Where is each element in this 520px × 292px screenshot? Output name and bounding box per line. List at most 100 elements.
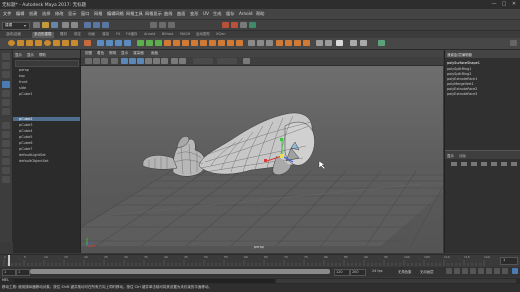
anim-layer-dropdown[interactable]: 无动画层	[420, 269, 434, 274]
poly-plane-icon[interactable]	[53, 40, 60, 46]
outliner-item-default-light-set[interactable]: defaultLightSet	[19, 153, 46, 157]
lasso-tool-icon[interactable]	[2, 62, 10, 69]
extrude-icon[interactable]	[164, 40, 171, 46]
outliner-item-persp[interactable]: persp	[19, 68, 29, 72]
hypershade-icon[interactable]	[249, 22, 256, 28]
step-forward-key-icon[interactable]	[494, 268, 500, 274]
go-to-start-icon[interactable]	[446, 268, 452, 274]
menu-arnold[interactable]: Arnold	[239, 11, 253, 16]
menu-mesh-display[interactable]: 网格显示	[145, 11, 162, 17]
outliner-layout-icon[interactable]	[2, 140, 10, 147]
color-management-icon[interactable]	[243, 58, 250, 64]
maximize-button[interactable]: □	[500, 1, 508, 8]
render-icon[interactable]	[222, 22, 229, 28]
super-shape-icon[interactable]	[84, 40, 91, 46]
viewport-menu-panels[interactable]: 面板	[151, 51, 158, 56]
combine-icon[interactable]	[97, 40, 104, 46]
outliner-item-pcube1[interactable]: pCube1	[19, 92, 33, 96]
undo-icon[interactable]	[62, 22, 69, 28]
menu-mesh[interactable]: 网格	[94, 11, 102, 17]
shadows-icon[interactable]	[161, 58, 168, 64]
outliner-menu-help[interactable]: 帮助	[39, 52, 46, 57]
camera-attributes-icon[interactable]	[93, 58, 100, 64]
outliner-item-pcube7[interactable]: pCube7	[19, 147, 33, 151]
exposure-field[interactable]	[193, 58, 213, 64]
outliner-item-front[interactable]: front	[19, 80, 27, 84]
grid-icon[interactable]	[111, 58, 118, 64]
tool-settings-icon[interactable]	[378, 40, 385, 46]
channel-box-history-node[interactable]: polyExtrudeFace1	[447, 77, 477, 81]
single-view-icon[interactable]	[2, 122, 10, 129]
layer-icon[interactable]	[501, 162, 507, 166]
shelf-settings-icon[interactable]	[510, 40, 517, 46]
layer-icon[interactable]	[511, 162, 517, 166]
layer-icon[interactable]	[471, 162, 477, 166]
multi-cut-icon[interactable]	[200, 40, 207, 46]
outliner-item-pcube6[interactable]: pCube6	[19, 141, 33, 145]
step-forward-frame-icon[interactable]	[486, 268, 492, 274]
menu-windows[interactable]: 窗口	[81, 11, 89, 17]
fps-dropdown[interactable]: 24 fps	[372, 269, 383, 273]
layout-icon[interactable]	[2, 167, 10, 174]
layer-icon[interactable]	[491, 162, 497, 166]
channel-box-history-node[interactable]: polyMergeVert1	[447, 82, 474, 86]
paint-select-tool-icon[interactable]	[2, 71, 10, 78]
channel-box-history-node[interactable]: polyExtrudeFace3	[447, 92, 477, 96]
redo-icon[interactable]	[71, 22, 78, 28]
step-back-key-icon[interactable]	[454, 268, 460, 274]
four-view-icon[interactable]	[2, 131, 10, 138]
menu-edit[interactable]: 编辑	[16, 11, 24, 17]
current-frame-field[interactable]: 1	[500, 257, 518, 265]
go-to-end-icon[interactable]	[502, 268, 508, 274]
poly-sphere-icon[interactable]	[8, 40, 15, 46]
channel-box-history-node[interactable]: polyExtrudeFace2	[447, 87, 477, 91]
poly-torus-icon[interactable]	[44, 40, 51, 46]
menu-display[interactable]: 显示	[68, 11, 76, 17]
time-slider[interactable]: 1 5 10 15 20 25 30 35 40 45 50 55 60 65 …	[0, 254, 520, 267]
menu-curves[interactable]: 曲线	[164, 11, 172, 17]
end-frame-field[interactable]: 200	[350, 269, 366, 276]
step-back-frame-icon[interactable]	[462, 268, 468, 274]
perspective-viewport[interactable]: persp	[81, 66, 443, 253]
snap-curve-icon[interactable]	[159, 22, 166, 28]
menu-file[interactable]: 文件	[3, 11, 11, 17]
range-slider-handle[interactable]	[30, 269, 330, 274]
layout-uv-icon[interactable]	[336, 40, 343, 46]
camera-icon[interactable]	[85, 58, 92, 64]
auto-key-icon[interactable]	[512, 268, 518, 274]
freeze-transform-icon[interactable]	[257, 40, 264, 46]
current-time-marker[interactable]	[8, 255, 10, 266]
rotate-tool-icon[interactable]	[2, 90, 10, 97]
channel-box-icon[interactable]	[350, 40, 357, 46]
platonic-solid-icon[interactable]	[71, 40, 78, 46]
textured-icon[interactable]	[145, 58, 152, 64]
slide-edge-icon[interactable]	[236, 40, 243, 46]
poly-cube-icon[interactable]	[17, 40, 24, 46]
ipr-render-icon[interactable]	[231, 22, 238, 28]
viewport-menu-shading[interactable]: 着色	[97, 51, 104, 56]
menu-modify[interactable]: 修改	[55, 11, 63, 17]
layer-icon[interactable]	[481, 162, 487, 166]
minimize-button[interactable]: —	[490, 1, 498, 8]
gamma-field[interactable]	[217, 58, 237, 64]
play-backward-icon[interactable]	[470, 268, 476, 274]
menu-create[interactable]: 创建	[29, 11, 37, 17]
viewport-menu-view[interactable]: 视图	[85, 51, 92, 56]
outliner-menu-show[interactable]: 显示	[27, 52, 34, 57]
insert-edge-loop-icon[interactable]	[209, 40, 216, 46]
outliner-item-pcube3[interactable]: pCube3	[19, 123, 33, 127]
attribute-editor-icon[interactable]	[360, 40, 367, 46]
select-component-icon[interactable]	[102, 22, 109, 28]
channel-box-tab[interactable]: 通道盒/层编辑器	[447, 52, 472, 57]
planar-map-icon[interactable]	[285, 40, 292, 46]
menu-surfaces[interactable]: 曲面	[177, 11, 185, 17]
character-set-dropdown[interactable]: 无角色集	[398, 269, 412, 274]
xray-icon[interactable]	[171, 58, 178, 64]
layout-icon[interactable]	[2, 176, 10, 183]
smooth-icon[interactable]	[115, 40, 122, 46]
outliner-item-pcube5[interactable]: pCube5	[19, 135, 33, 139]
menu-uv[interactable]: UV	[203, 11, 209, 16]
start-frame-field[interactable]: 1	[2, 269, 16, 276]
unfold-icon[interactable]	[303, 40, 310, 46]
bridge-icon[interactable]	[146, 40, 153, 46]
